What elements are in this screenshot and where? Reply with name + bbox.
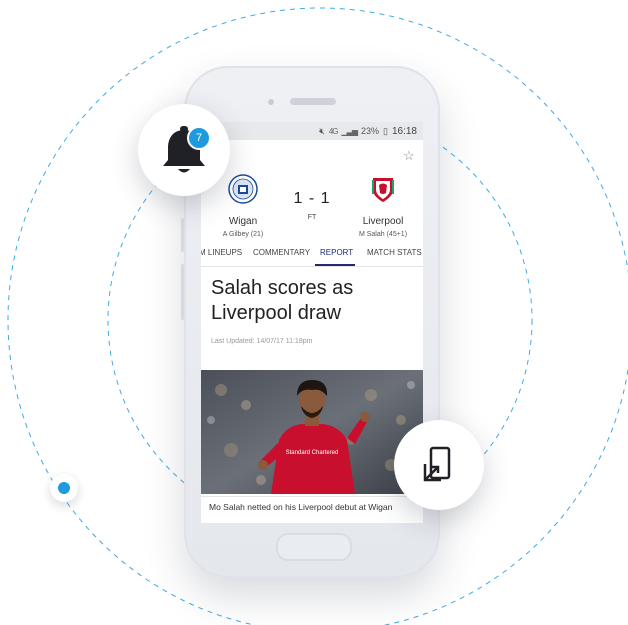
signal-label: 4G: [328, 126, 339, 136]
match-status: FT: [307, 214, 317, 221]
match-tabs: M LINEUPS COMMENTARY REPORT MATCH STATS: [201, 242, 423, 267]
send-to-device-button[interactable]: [394, 420, 484, 510]
notification-count-badge: 7: [187, 126, 211, 150]
battery-icon: ▯: [383, 125, 388, 136]
phone-speaker: [290, 98, 336, 105]
active-tab-indicator: [315, 264, 355, 266]
battery-percent: 23%: [361, 126, 380, 136]
star-icon[interactable]: ☆: [403, 148, 415, 164]
status-bar: 🔇︎ 4G ▁▃▅ 23% ▯ 16:18: [201, 122, 423, 140]
article-headline: Salah scores as Liverpool draw: [211, 277, 354, 324]
phone-camera: [268, 99, 274, 105]
tab-commentary[interactable]: COMMENTARY: [253, 248, 310, 257]
away-scorer: M Salah (45+1): [358, 231, 408, 238]
tab-lineups[interactable]: M LINEUPS: [201, 248, 242, 257]
phone-home-button: [276, 533, 352, 561]
match-score: 1 - 1: [293, 190, 331, 207]
mute-icon: 🔇︎: [319, 125, 325, 136]
bell-icon: [163, 126, 205, 173]
shirt-sponsor-text: Standard Chartered: [286, 450, 339, 456]
signal-bars-icon: ▁▃▅: [341, 126, 359, 136]
article-photo[interactable]: Standard Chartered: [201, 370, 423, 494]
ring-indicator-dot: [50, 474, 78, 502]
away-team[interactable]: Liverpool M Salah (45+1): [343, 174, 423, 238]
send-to-device-icon: [423, 446, 451, 482]
away-team-name: Liverpool: [362, 216, 404, 227]
app-screen: 🔇︎ 4G ▁▃▅ 23% ▯ 16:18 ☆ Wigan A Gilbey (…: [201, 122, 423, 523]
photo-caption: Mo Salah netted on his Liverpool debut a…: [209, 502, 393, 512]
liverpool-crest-icon: [372, 178, 394, 202]
wigan-crest-icon: [228, 174, 258, 204]
status-time: 16:18: [391, 125, 417, 137]
notification-bell-button[interactable]: 7: [138, 104, 230, 196]
home-team-name: Wigan: [228, 216, 258, 227]
caption-divider: [201, 496, 423, 497]
tab-report[interactable]: REPORT: [320, 248, 353, 257]
tab-match-stats[interactable]: MATCH STATS: [367, 248, 422, 257]
article-updated-time: Last Updated: 14/07/17 11:18pm: [211, 338, 313, 345]
phone-side-button: [181, 264, 184, 320]
home-scorer: A Gilbey (21): [222, 231, 264, 238]
phone-side-button: [181, 218, 184, 252]
